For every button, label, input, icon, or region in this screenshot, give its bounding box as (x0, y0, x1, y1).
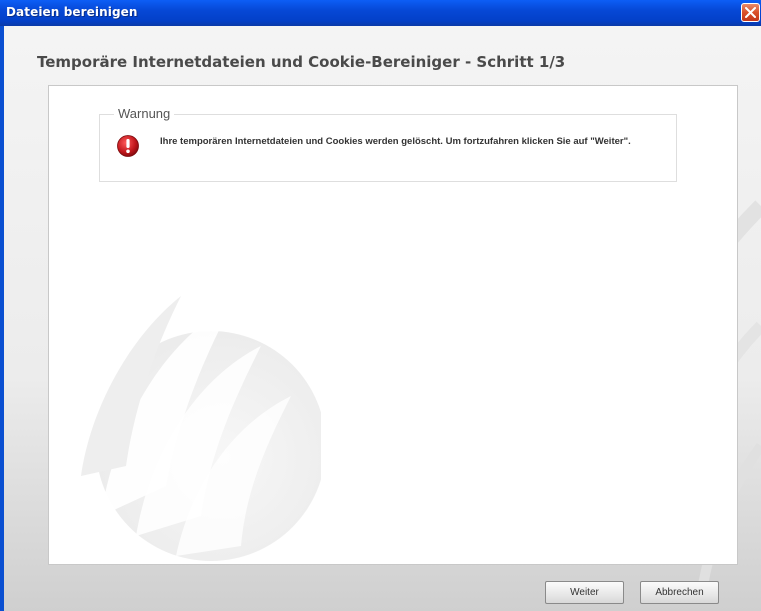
next-button[interactable]: Weiter (545, 581, 624, 604)
dialog-window: Dateien bereinigen Temporäre Internetdat… (0, 0, 761, 611)
window-title: Dateien bereinigen (6, 5, 138, 19)
cancel-button[interactable]: Abbrechen (640, 581, 719, 604)
brand-watermark-icon (81, 296, 321, 561)
warning-message: Ihre temporären Internetdateien und Cook… (160, 136, 631, 147)
error-exclamation-icon (117, 135, 139, 157)
warning-legend: Warnung (114, 106, 175, 121)
page-title: Temporäre Internetdateien und Cookie-Ber… (37, 53, 566, 71)
dialog-client-area: Temporäre Internetdateien und Cookie-Ber… (4, 26, 761, 611)
close-icon (745, 7, 756, 18)
content-panel: Warnung Ihre temporären Internetdateien … (48, 85, 738, 565)
warning-group: Warnung Ihre temporären Internetdateien … (99, 106, 677, 182)
title-bar[interactable]: Dateien bereinigen (0, 0, 761, 26)
close-button[interactable] (741, 3, 760, 22)
